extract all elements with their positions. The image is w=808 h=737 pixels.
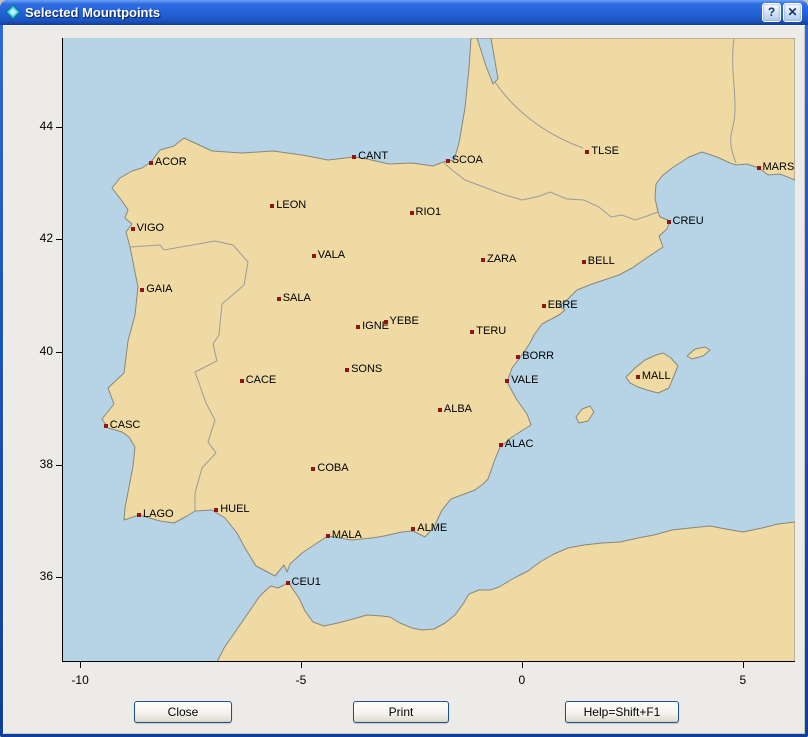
station-marker-icon bbox=[757, 166, 761, 170]
station-marker-icon bbox=[481, 258, 485, 262]
station-label: TLSE bbox=[591, 144, 619, 159]
x-axis-tick-label: 5 bbox=[723, 673, 763, 687]
stations-layer: ACOR CANT SCOA TLSE MARS LEON RIO1 VIGO CREU VALA… bbox=[62, 38, 795, 662]
map-plot: ACOR CANT SCOA TLSE MARS LEON RIO1 VIGO CREU VALA… bbox=[62, 38, 795, 662]
station-marker-icon bbox=[137, 513, 141, 517]
station-label: MALL bbox=[642, 369, 671, 384]
station-label: CASC bbox=[110, 418, 141, 433]
station-label: CEU1 bbox=[292, 575, 321, 590]
station-marker-icon bbox=[516, 355, 520, 359]
station-marker-icon bbox=[438, 408, 442, 412]
station-marker-icon bbox=[345, 368, 349, 372]
station-label: RIO1 bbox=[416, 205, 442, 220]
station-label: MARS bbox=[763, 160, 795, 175]
station-marker-icon bbox=[286, 581, 290, 585]
station-label: COBA bbox=[317, 461, 348, 476]
station-label: YEBE bbox=[390, 314, 419, 329]
x-axis-tick-label: 0 bbox=[502, 673, 542, 687]
station-marker-icon bbox=[542, 304, 546, 308]
station-label: ZARA bbox=[487, 252, 516, 267]
station-marker-icon bbox=[214, 508, 218, 512]
y-axis-tick bbox=[56, 352, 62, 353]
y-axis-tick-label: 36 bbox=[23, 569, 53, 583]
station-marker-icon bbox=[149, 161, 153, 165]
station-marker-icon bbox=[582, 260, 586, 264]
station-label: GAIA bbox=[146, 282, 172, 297]
y-axis-tick bbox=[56, 465, 62, 466]
close-button[interactable]: Close bbox=[134, 701, 232, 723]
station-marker-icon bbox=[505, 379, 509, 383]
station-marker-icon bbox=[311, 467, 315, 471]
titlebar-close-button[interactable]: ✕ bbox=[783, 3, 802, 22]
station-label: LEON bbox=[276, 198, 306, 213]
station-label: MALA bbox=[332, 528, 362, 543]
station-marker-icon bbox=[636, 375, 640, 379]
station-marker-icon bbox=[411, 527, 415, 531]
station-label: CANT bbox=[358, 149, 388, 164]
station-label: SALA bbox=[283, 291, 311, 306]
print-button[interactable]: Print bbox=[353, 701, 449, 723]
station-marker-icon bbox=[499, 443, 503, 447]
station-marker-icon bbox=[240, 379, 244, 383]
y-axis-tick-label: 40 bbox=[23, 344, 53, 358]
station-marker-icon bbox=[140, 288, 144, 292]
station-marker-icon bbox=[356, 325, 360, 329]
station-marker-icon bbox=[270, 204, 274, 208]
selected-mountpoints-window: Selected Mountpoints ? ✕ bbox=[0, 0, 808, 737]
station-label: ALME bbox=[417, 521, 447, 536]
station-label: SCOA bbox=[452, 153, 483, 168]
dialog-body: ACOR CANT SCOA TLSE MARS LEON RIO1 VIGO CREU VALA… bbox=[3, 25, 805, 734]
station-label: BELL bbox=[588, 254, 615, 269]
x-axis-tick-label: -10 bbox=[60, 673, 100, 687]
y-axis-tick-label: 44 bbox=[23, 119, 53, 133]
station-label: ACOR bbox=[155, 155, 187, 170]
station-marker-icon bbox=[131, 227, 135, 231]
station-marker-icon bbox=[410, 211, 414, 215]
station-label: VIGO bbox=[137, 221, 165, 236]
station-marker-icon bbox=[104, 424, 108, 428]
titlebar[interactable]: Selected Mountpoints ? ✕ bbox=[0, 0, 808, 25]
y-axis-tick bbox=[56, 577, 62, 578]
station-label: BORR bbox=[522, 349, 554, 364]
x-axis-tick-label: -5 bbox=[281, 673, 321, 687]
y-axis-tick bbox=[56, 127, 62, 128]
station-marker-icon bbox=[470, 330, 474, 334]
app-icon bbox=[5, 4, 21, 20]
x-axis-tick bbox=[80, 662, 81, 668]
station-label: ALAC bbox=[505, 437, 534, 452]
station-label: EBRE bbox=[548, 298, 578, 313]
x-axis-tick bbox=[301, 662, 302, 668]
station-marker-icon bbox=[326, 534, 330, 538]
station-label: VALE bbox=[511, 373, 538, 388]
station-marker-icon bbox=[585, 150, 589, 154]
y-axis-tick-label: 38 bbox=[23, 457, 53, 471]
station-marker-icon bbox=[667, 220, 671, 224]
x-axis-tick bbox=[743, 662, 744, 668]
station-label: CREU bbox=[673, 214, 704, 229]
station-label: VALA bbox=[318, 248, 345, 263]
y-axis-tick bbox=[56, 239, 62, 240]
x-axis-tick bbox=[522, 662, 523, 668]
station-label: TERU bbox=[476, 324, 506, 339]
station-label: LAGO bbox=[143, 507, 174, 522]
window-title: Selected Mountpoints bbox=[21, 3, 760, 22]
titlebar-help-button[interactable]: ? bbox=[762, 3, 781, 22]
station-marker-icon bbox=[446, 159, 450, 163]
station-label: SONS bbox=[351, 362, 382, 377]
y-axis-tick-label: 42 bbox=[23, 231, 53, 245]
station-label: ALBA bbox=[444, 402, 472, 417]
help-shortcut-button[interactable]: Help=Shift+F1 bbox=[565, 701, 679, 723]
station-label: CACE bbox=[246, 373, 277, 388]
station-marker-icon bbox=[384, 320, 388, 324]
station-marker-icon bbox=[352, 155, 356, 159]
station-label: HUEL bbox=[220, 502, 249, 517]
station-marker-icon bbox=[277, 297, 281, 301]
station-marker-icon bbox=[312, 254, 316, 258]
